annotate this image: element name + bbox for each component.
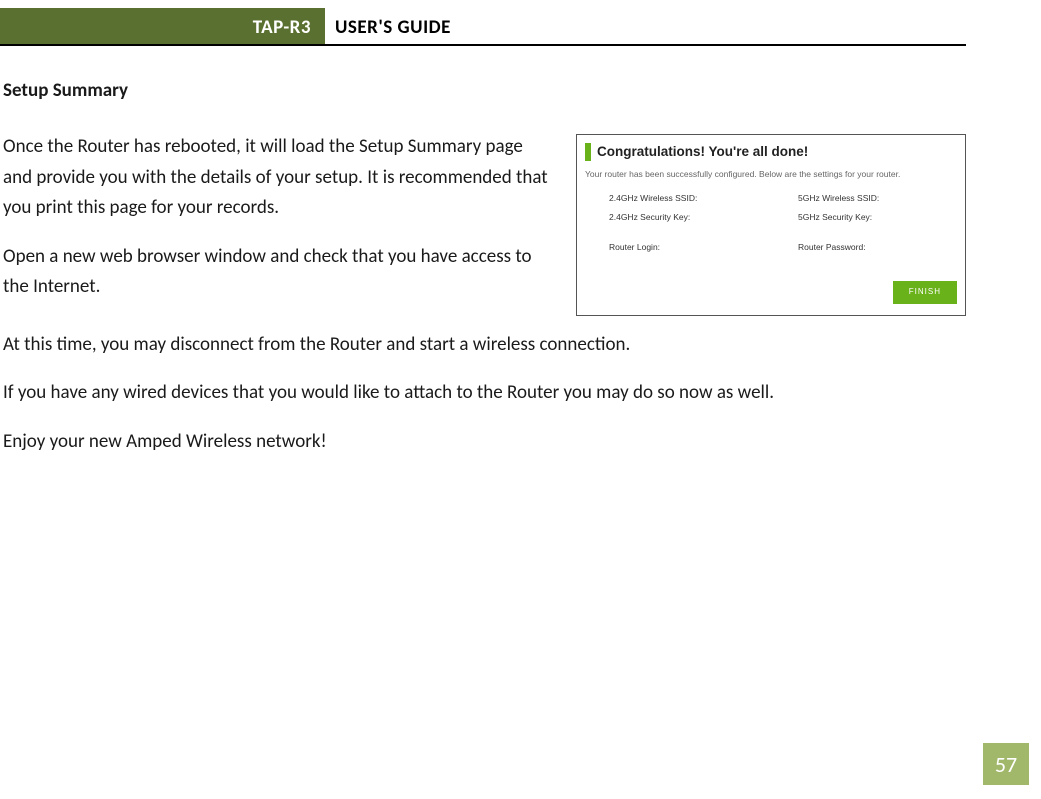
- label-24ghz-ssid: 2.4GHz Wireless SSID:: [609, 192, 768, 206]
- label-24ghz-key: 2.4GHz Security Key:: [609, 211, 768, 225]
- body-paragraph-4: If you have any wired devices that you w…: [3, 378, 966, 408]
- section-heading: Setup Summary: [3, 76, 966, 106]
- header-model: TAP-R3: [0, 8, 325, 44]
- label-router-password: Router Password:: [798, 241, 957, 255]
- screenshot-title: Congratulations! You're all done!: [597, 141, 808, 163]
- page-number: 57: [983, 743, 1029, 785]
- finish-button[interactable]: FINISH: [893, 281, 957, 304]
- label-router-login: Router Login:: [609, 241, 768, 255]
- screenshot-subtitle: Your router has been successfully config…: [585, 168, 957, 182]
- setup-summary-screenshot: Congratulations! You're all done! Your r…: [576, 134, 966, 315]
- page-header: TAP-R3 USER'S GUIDE: [0, 8, 966, 46]
- body-paragraph-3: At this time, you may disconnect from th…: [3, 330, 966, 360]
- body-paragraph-5: Enjoy your new Amped Wireless network!: [3, 427, 966, 457]
- accent-bar-icon: [585, 143, 591, 161]
- header-title: USER'S GUIDE: [325, 8, 966, 44]
- page-content: Setup Summary Congratulations! You're al…: [0, 46, 1041, 457]
- label-5ghz-key: 5GHz Security Key:: [798, 211, 957, 225]
- label-5ghz-ssid: 5GHz Wireless SSID:: [798, 192, 957, 206]
